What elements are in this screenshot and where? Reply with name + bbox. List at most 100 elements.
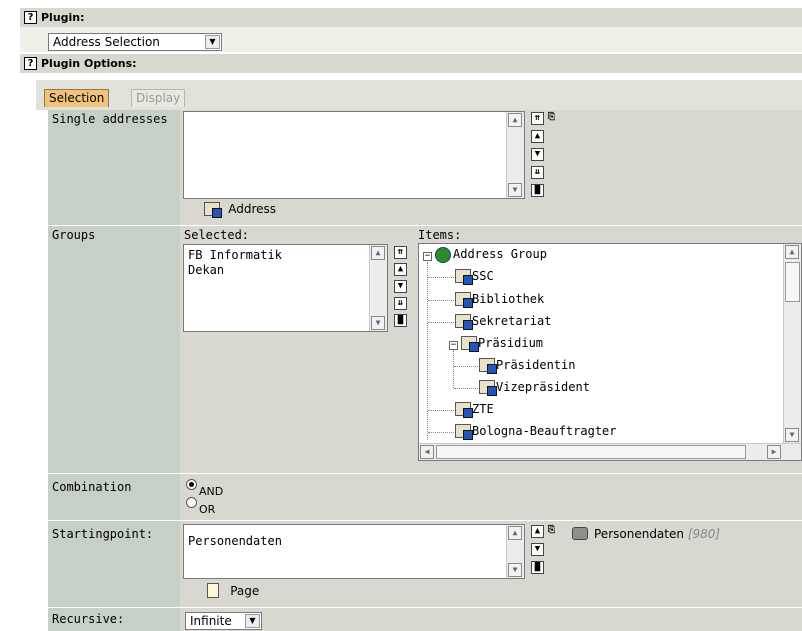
tree-line — [428, 300, 454, 301]
tree-item[interactable]: SSC — [455, 269, 494, 285]
tab-display[interactable]: Display — [131, 89, 186, 107]
trash-icon[interactable]: ▇ — [531, 561, 544, 574]
groups-label-cell: Groups — [48, 226, 180, 473]
add-address-label: Address — [228, 202, 277, 216]
tree-item[interactable]: Präsidentin — [479, 358, 576, 374]
database-icon — [572, 527, 588, 540]
plugin-select[interactable]: Address Selection ▼ — [48, 33, 222, 51]
startingpoint-ref: Personendaten [980] — [594, 527, 720, 541]
add-page-link[interactable]: Page — [207, 583, 259, 598]
scroll-up-icon[interactable]: ▲ — [508, 113, 522, 127]
groups-selected-heading: Selected: — [184, 228, 250, 242]
address-record-icon — [204, 202, 222, 218]
scroll-up-icon[interactable]: ▲ — [508, 526, 522, 540]
tree-item-address-group[interactable]: Address Group — [453, 247, 547, 261]
tree-item[interactable]: Bologna-Beauftragter — [455, 424, 617, 440]
radio-or-label: OR — [199, 503, 216, 516]
scroll-up-icon[interactable]: ▲ — [785, 245, 799, 259]
groups-label: Groups — [52, 228, 96, 242]
tree-item-label: Vizepräsident — [496, 380, 590, 394]
group-icon — [455, 314, 473, 330]
scroll-down-icon[interactable]: ▼ — [785, 428, 799, 442]
scroll-up-icon[interactable]: ▲ — [371, 246, 385, 260]
collapse-icon[interactable]: − — [423, 252, 432, 261]
tree-item[interactable]: Präsidium — [461, 336, 544, 352]
list-item[interactable]: FB Informatik — [188, 248, 282, 262]
vertical-scrollbar[interactable]: ▲ ▼ — [783, 244, 801, 443]
tree-item[interactable]: Sekretariat — [455, 314, 552, 330]
single-addresses-label: Single addresses — [52, 112, 168, 126]
scroll-right-icon[interactable]: ▶ — [767, 445, 781, 459]
move-down-icon[interactable]: ▼ — [394, 280, 407, 293]
scroll-down-icon[interactable]: ▼ — [508, 183, 522, 197]
scroll-down-icon[interactable]: ▼ — [371, 316, 385, 330]
help-icon[interactable]: ? — [24, 11, 37, 24]
trash-icon[interactable]: ▇ — [394, 314, 407, 327]
single-addresses-list[interactable]: ▲ ▼ — [183, 111, 525, 199]
move-bottom-icon[interactable]: ⇊ — [394, 297, 407, 310]
browse-icon[interactable]: ⎘ — [545, 525, 558, 538]
tree-item-label: Präsidentin — [496, 358, 576, 372]
tree-item-label: Bologna-Beauftragter — [472, 424, 617, 438]
scroll-thumb[interactable] — [785, 262, 800, 302]
tree-line — [454, 388, 478, 389]
recursive-select-value: Infinite — [190, 614, 232, 628]
tree-item[interactable]: ZTE — [455, 402, 494, 418]
tree-item[interactable]: Bibliothek — [455, 292, 544, 308]
move-down-icon[interactable]: ▼ — [531, 148, 544, 161]
plugin-label: Plugin: — [41, 11, 85, 24]
move-bottom-icon[interactable]: ⇊ — [531, 166, 544, 179]
tab-selection-label: Selection — [49, 91, 105, 105]
move-up-icon[interactable]: ▲ — [531, 525, 544, 538]
recursive-select[interactable]: Infinite ▼ — [185, 612, 262, 630]
scroll-down-icon[interactable]: ▼ — [508, 563, 522, 577]
scrollbar[interactable]: ▲ ▼ — [506, 525, 524, 578]
tree-line — [428, 410, 454, 411]
add-address-link[interactable]: Address — [204, 202, 277, 218]
radio-and-label: AND — [199, 485, 224, 498]
startingpoint-label-cell: Startingpoint: — [48, 521, 180, 607]
list-item[interactable]: Personendaten — [188, 534, 282, 548]
recursive-label: Recursive: — [52, 612, 125, 626]
trash-icon[interactable]: ▇ — [531, 184, 544, 197]
move-top-icon[interactable]: ⇈ — [531, 112, 544, 125]
scrollbar[interactable]: ▲ ▼ — [369, 245, 387, 331]
tree-item-label: Präsidium — [478, 336, 544, 350]
single-addresses-label-cell: Single addresses — [48, 110, 180, 225]
groups-selected-list[interactable]: FB Informatik Dekan ▲ ▼ — [183, 244, 388, 332]
help-icon[interactable]: ? — [24, 57, 37, 70]
horizontal-scrollbar[interactable]: ◀ ▶ — [419, 443, 801, 460]
tree-item[interactable]: Vizepräsident — [479, 380, 590, 396]
combination-label-cell: Combination — [48, 474, 180, 520]
add-page-label: Page — [230, 584, 260, 598]
tree-line — [453, 350, 454, 388]
move-up-icon[interactable]: ▲ — [531, 130, 544, 143]
groups-items-tree[interactable]: − Address Group SSC Bibliothek Sekretari… — [418, 243, 802, 461]
plugin-header — [20, 8, 802, 27]
group-icon — [455, 292, 473, 308]
recursive-row — [180, 608, 802, 631]
browse-icon[interactable]: ⎘ — [545, 112, 558, 125]
scroll-thumb[interactable] — [436, 445, 746, 459]
scrollbar[interactable]: ▲ ▼ — [506, 112, 524, 198]
tree-line — [428, 277, 454, 278]
move-top-icon[interactable]: ⇈ — [394, 246, 407, 259]
move-down-icon[interactable]: ▼ — [531, 543, 544, 556]
list-item[interactable]: Dekan — [188, 263, 224, 277]
tree-item-label: Sekretariat — [472, 314, 552, 328]
radio-or[interactable] — [186, 497, 197, 508]
group-icon — [479, 380, 497, 396]
tree-line — [428, 432, 454, 433]
startingpoint-ref-title: Personendaten — [594, 527, 684, 541]
globe-icon — [435, 247, 451, 263]
tab-selection[interactable]: Selection — [44, 89, 110, 107]
plugin-options-label: Plugin Options: — [41, 57, 137, 70]
radio-and[interactable] — [186, 479, 197, 490]
recursive-label-cell: Recursive: — [48, 608, 180, 631]
group-icon — [461, 336, 479, 352]
move-up-icon[interactable]: ▲ — [394, 263, 407, 276]
startingpoint-list[interactable]: Personendaten ▲ ▼ — [183, 524, 525, 579]
collapse-icon[interactable]: − — [449, 341, 458, 350]
scroll-left-icon[interactable]: ◀ — [420, 445, 434, 459]
tab-display-label: Display — [136, 91, 181, 105]
